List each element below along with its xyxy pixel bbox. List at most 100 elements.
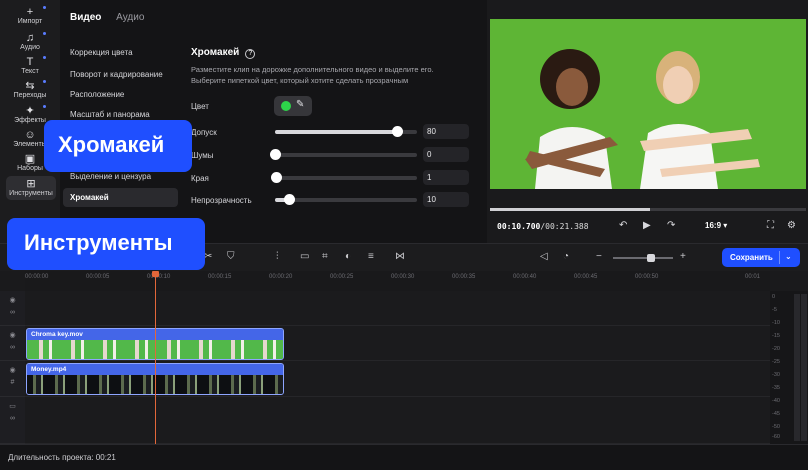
track-header-overlay: ◉ ∞ (0, 291, 25, 326)
link-icon[interactable]: ∞ (0, 415, 25, 422)
preview-timecode: 00:10.700/00:21.388 (497, 222, 589, 231)
transitions-button[interactable]: ⇆ Переходы (0, 80, 60, 99)
ruler-tick: 00:00:15 (208, 274, 232, 280)
save-button[interactable]: Сохранить ⌄ (722, 248, 800, 267)
ruler-tick: 00:00:20 (269, 274, 293, 280)
help-icon[interactable]: ? (245, 49, 256, 59)
tools-button[interactable]: ⊞ Инструменты (6, 176, 56, 200)
redo-icon[interactable]: ↷ (667, 220, 675, 231)
track-header-video-2: ◉ # (0, 361, 25, 397)
gear-icon[interactable]: ⚙ (787, 220, 796, 231)
meter-label: -45 (772, 411, 780, 417)
ruler-tick: 00:00:35 (452, 274, 476, 280)
opacity-slider[interactable] (275, 194, 417, 205)
tab-audio[interactable]: Аудио (116, 12, 144, 23)
menu-highlight-censor[interactable]: Выделение и цензура (70, 172, 151, 181)
edges-slider[interactable] (271, 172, 417, 183)
grid-icon[interactable]: # (0, 379, 25, 386)
slider-knob[interactable] (270, 149, 281, 160)
slider-knob[interactable] (271, 172, 283, 183)
edges-input[interactable]: 1 (423, 170, 469, 185)
new-dot (43, 6, 46, 9)
scissors-icon[interactable]: ✂ (204, 251, 212, 262)
chevron-down-icon[interactable]: ⌄ (785, 252, 792, 261)
new-dot (43, 32, 46, 35)
transition-icon[interactable]: ⋈ (395, 251, 405, 262)
slider-label-opacity: Непрозрачность (191, 196, 252, 205)
text-icon: T (26, 56, 34, 68)
noise-input[interactable]: 0 (423, 147, 469, 162)
tab-video[interactable]: Видео (70, 12, 101, 23)
music-note-icon: ♫ (25, 32, 35, 44)
tolerance-slider[interactable] (275, 126, 417, 137)
meter-label: -15 (772, 333, 780, 339)
project-duration: Длительность проекта: 00:21 (8, 453, 116, 462)
color-icon[interactable]: ◐ (345, 251, 351, 262)
sparkle-icon: ✦ (25, 105, 35, 117)
tolerance-input[interactable]: 80 (423, 124, 469, 139)
status-bar: Длительность проекта: 00:21 (0, 444, 808, 470)
section-title: Хромакей? (191, 47, 256, 59)
menu-color-correction[interactable]: Коррекция цвета (70, 48, 133, 57)
eye-icon[interactable]: ◉ (0, 296, 25, 304)
track-header-video-1: ◉ ∞ (0, 326, 25, 361)
crop-icon[interactable]: ⌗ (322, 251, 328, 262)
zoom-knob[interactable] (647, 254, 655, 262)
clip-name: Money.mp4 (31, 366, 67, 373)
sliders-icon[interactable]: ≡ (368, 251, 374, 262)
menu-rotate-crop[interactable]: Поворот и кадрирование (70, 70, 163, 79)
meter-label: -5 (772, 307, 777, 313)
link-icon[interactable]: ∞ (0, 309, 25, 316)
text-button[interactable]: T Текст (0, 56, 60, 75)
link-icon[interactable]: ∞ (0, 344, 25, 351)
audio-wave-icon[interactable]: ⫶ (276, 251, 279, 262)
eye-icon[interactable]: ◉ (0, 331, 25, 339)
meter-label: -20 (772, 346, 780, 352)
panel-tabs: Видео Аудио (70, 12, 156, 23)
play-icon[interactable]: ▶ (643, 220, 651, 231)
tools-icon: ⊞ (26, 178, 36, 190)
zoom-in-icon[interactable]: + (680, 251, 686, 262)
slider-label-noise: Шумы (191, 151, 214, 160)
ruler-tick: 00:01 (745, 274, 761, 280)
speed-icon[interactable]: ◔ (563, 251, 569, 262)
slider-knob[interactable] (284, 194, 296, 205)
section-description: Разместите клип на дорожке дополнительно… (191, 65, 434, 85)
transitions-icon: ⇆ (25, 80, 35, 92)
preview-frame (490, 19, 806, 189)
volume-icon[interactable]: ◁ (540, 251, 548, 262)
import-button[interactable]: + Импорт (0, 6, 60, 25)
timeline-zoom-slider[interactable] (613, 254, 673, 262)
aspect-ratio-select[interactable]: 16:9 ▾ (705, 221, 727, 230)
meter-bar-right (801, 294, 807, 441)
zoom-out-icon[interactable]: − (596, 251, 602, 262)
captions-icon[interactable]: ▭ (300, 251, 309, 262)
shield-icon[interactable]: ⛉ (227, 251, 235, 262)
audio-level-meter: 0 -5 -10 -15 -20 -25 -30 -35 -40 -45 -50… (770, 291, 808, 444)
fullscreen-icon[interactable]: ⛶ (767, 220, 774, 231)
track-header-audio: ▭ ∞ (0, 397, 25, 444)
meter-label: 0 (772, 294, 776, 300)
menu-scale-pan[interactable]: Масштаб и панорама (70, 110, 150, 119)
playhead[interactable] (152, 271, 159, 444)
menu-position[interactable]: Расположение (70, 90, 124, 99)
timeline-track[interactable] (25, 291, 770, 326)
menu-chromakey[interactable]: Хромакей (63, 188, 178, 207)
audio-button[interactable]: ♫ Аудио (0, 32, 60, 51)
camera-icon[interactable]: ▭ (0, 402, 25, 410)
slider-knob[interactable] (392, 126, 404, 137)
undo-icon[interactable]: ↶ (619, 220, 627, 231)
ruler-tick: 00:00:45 (574, 274, 598, 280)
preview-seek-bar[interactable] (490, 208, 806, 211)
ruler-tick: 00:00:30 (391, 274, 415, 280)
timeline-track[interactable] (25, 397, 770, 444)
eye-icon[interactable]: ◉ (0, 366, 25, 374)
timeline-ruler[interactable]: 00:00:00 00:00:05 00:00:10 00:00:15 00:0… (25, 271, 770, 291)
meter-bar-left (794, 294, 800, 441)
plus-icon: + (26, 6, 34, 18)
noise-slider[interactable] (270, 149, 417, 160)
meter-label: -50 (772, 424, 780, 430)
new-dot (43, 105, 46, 108)
color-picker-button[interactable]: ✎ (274, 96, 312, 116)
opacity-input[interactable]: 10 (423, 192, 469, 207)
